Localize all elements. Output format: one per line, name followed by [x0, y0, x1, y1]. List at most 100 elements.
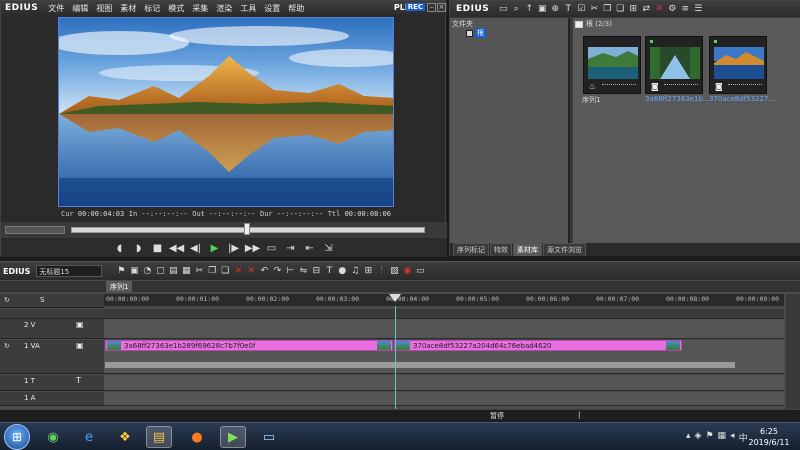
title-icon[interactable]: T: [563, 4, 573, 14]
tab-sequence-markers[interactable]: 序列标记: [453, 243, 489, 256]
extract-icon[interactable]: ⇲: [322, 241, 336, 255]
volume-icon[interactable]: ◂: [730, 431, 735, 444]
redo-icon[interactable]: ↷: [272, 266, 282, 276]
menu-edit[interactable]: 编辑: [68, 3, 92, 14]
track-header-1va[interactable]: ↻ 1 VA ▣: [0, 340, 104, 374]
recorder-mode-button[interactable]: REC: [405, 3, 425, 11]
network-status-icon[interactable]: ▦: [718, 431, 727, 444]
track-1va[interactable]: 3a68ff27363e1b289f69628c7b7f0e0f 370ace8…: [104, 340, 784, 374]
copy-icon[interactable]: ❐: [602, 4, 612, 14]
sync-lock-icon[interactable]: ↻: [4, 296, 10, 304]
menu-marker[interactable]: 标记: [140, 3, 164, 14]
delete-icon[interactable]: ✕: [233, 266, 243, 276]
tab-effects[interactable]: 特效: [490, 243, 512, 256]
title-icon[interactable]: T: [324, 266, 334, 276]
start-button[interactable]: ⊞: [4, 424, 30, 450]
save-icon[interactable]: ▦: [181, 266, 191, 276]
firefox-icon[interactable]: ●: [184, 426, 210, 448]
preview-monitor[interactable]: [58, 17, 394, 207]
cut-icon[interactable]: ✂: [589, 4, 599, 14]
folder-root[interactable]: 根: [466, 28, 486, 38]
fast-forward-icon[interactable]: ▶▶: [245, 241, 260, 255]
track-header-1t[interactable]: 1 T T: [0, 375, 104, 391]
overwrite-icon[interactable]: ⇤: [303, 241, 317, 255]
layout-icon[interactable]: ▭: [415, 266, 425, 276]
export-icon[interactable]: ▨: [389, 266, 399, 276]
new-folder-icon[interactable]: ▣: [537, 4, 547, 14]
play-icon[interactable]: ▶: [208, 241, 222, 255]
audio-mixer-icon[interactable]: ♫: [350, 266, 360, 276]
menu-settings[interactable]: 设置: [260, 3, 284, 14]
menu-render[interactable]: 渲染: [212, 3, 236, 14]
properties-icon[interactable]: ⚙: [667, 4, 677, 14]
track-1a[interactable]: [104, 392, 784, 406]
edius-icon[interactable]: ▶: [220, 426, 246, 448]
file-explorer-icon[interactable]: ▤: [146, 426, 172, 448]
mixer-icon[interactable]: ⫶: [376, 266, 386, 276]
shuttle-slider[interactable]: [5, 226, 65, 234]
step-forward-icon[interactable]: |▶: [227, 241, 241, 255]
add-clip-icon[interactable]: ⊕: [550, 4, 560, 14]
delete-icon[interactable]: ✕: [654, 4, 664, 14]
tab-sequence-1[interactable]: 序列1: [106, 281, 133, 292]
ie-browser-icon[interactable]: e: [76, 426, 102, 448]
window-app-icon[interactable]: ▭: [256, 426, 282, 448]
menu-capture[interactable]: 采集: [188, 3, 212, 14]
record-icon[interactable]: ◉: [402, 266, 412, 276]
search-icon[interactable]: ⌕: [511, 4, 521, 14]
replace-icon[interactable]: ⇄: [641, 4, 651, 14]
timeline-clip-2[interactable]: 370ace8df53227a204d64c76ebad4620: [394, 340, 682, 351]
grid-icon[interactable]: ⊞: [363, 266, 373, 276]
menu-help[interactable]: 帮助: [284, 3, 308, 14]
system-clock[interactable]: 6:25 2019/6/11: [744, 426, 794, 448]
new-project-icon[interactable]: ▢: [155, 266, 165, 276]
mode-icon[interactable]: ⚑: [116, 266, 126, 276]
track-1t[interactable]: [104, 375, 784, 391]
ripple-delete-icon[interactable]: ✕: [246, 266, 256, 276]
add-cut-icon[interactable]: ⊢: [285, 266, 295, 276]
close-icon[interactable]: ×: [437, 3, 446, 12]
timeline-clip-1[interactable]: 3a68ff27363e1b289f69628c7b7f0e0f: [105, 340, 393, 351]
open-project-icon[interactable]: ▤: [168, 266, 178, 276]
set-in-icon[interactable]: ◖: [113, 241, 127, 255]
folder-expand-icon[interactable]: [466, 29, 473, 37]
flag-icon[interactable]: ⚑: [705, 431, 713, 444]
vertical-scrollbar[interactable]: [786, 294, 800, 410]
track-2v[interactable]: [104, 319, 784, 339]
paste-icon[interactable]: ❏: [615, 4, 625, 14]
ripple-mode-icon[interactable]: ⇋: [298, 266, 308, 276]
browser-360-icon[interactable]: ◉: [40, 426, 66, 448]
rewind-icon[interactable]: ◀◀: [169, 241, 184, 255]
copy-icon[interactable]: ❐: [207, 266, 217, 276]
bin-clip-2[interactable]: ◙: [709, 36, 767, 94]
output-icon[interactable]: ▭: [265, 241, 279, 255]
mic-icon[interactable]: ●: [337, 266, 347, 276]
step-back-icon[interactable]: ◀|: [189, 241, 203, 255]
tab-bin[interactable]: 素材库: [513, 243, 542, 256]
add-to-timeline-icon[interactable]: ⊞: [628, 4, 638, 14]
undo-icon[interactable]: ↶: [259, 266, 269, 276]
checkbox-icon[interactable]: ☑: [576, 4, 586, 14]
tab-source-browser[interactable]: 源文件浏览: [543, 243, 586, 256]
menu-view[interactable]: 视图: [92, 3, 116, 14]
snap-icon[interactable]: ⊟: [311, 266, 321, 276]
menu-tools[interactable]: 工具: [236, 3, 260, 14]
bin-clip-sequence[interactable]: ♨: [583, 36, 641, 94]
network-icon[interactable]: ▴: [686, 431, 691, 444]
track-header-1a[interactable]: 1 A: [0, 392, 104, 406]
stop-icon[interactable]: ■: [151, 241, 165, 255]
link-icon[interactable]: ↻: [4, 342, 10, 350]
timeline-ruler[interactable]: 00:00:00:00 00:00:01:00 00:00:02:00 00:0…: [104, 294, 784, 306]
cut-icon[interactable]: ✂: [194, 266, 204, 276]
view-icon[interactable]: ≡: [680, 4, 690, 14]
open-icon[interactable]: ◔: [142, 266, 152, 276]
bin-clip-1[interactable]: ◙: [645, 36, 703, 94]
menu-mode[interactable]: 模式: [164, 3, 188, 14]
menu-file[interactable]: 文件: [44, 3, 68, 14]
set-out-icon[interactable]: ◗: [132, 241, 146, 255]
paste-icon[interactable]: ❏: [220, 266, 230, 276]
folder-icon[interactable]: ▭: [498, 4, 508, 14]
tray-app-icon[interactable]: ◈: [695, 431, 702, 444]
new-sequence-icon[interactable]: ▣: [129, 266, 139, 276]
list-icon[interactable]: ☰: [693, 4, 703, 14]
